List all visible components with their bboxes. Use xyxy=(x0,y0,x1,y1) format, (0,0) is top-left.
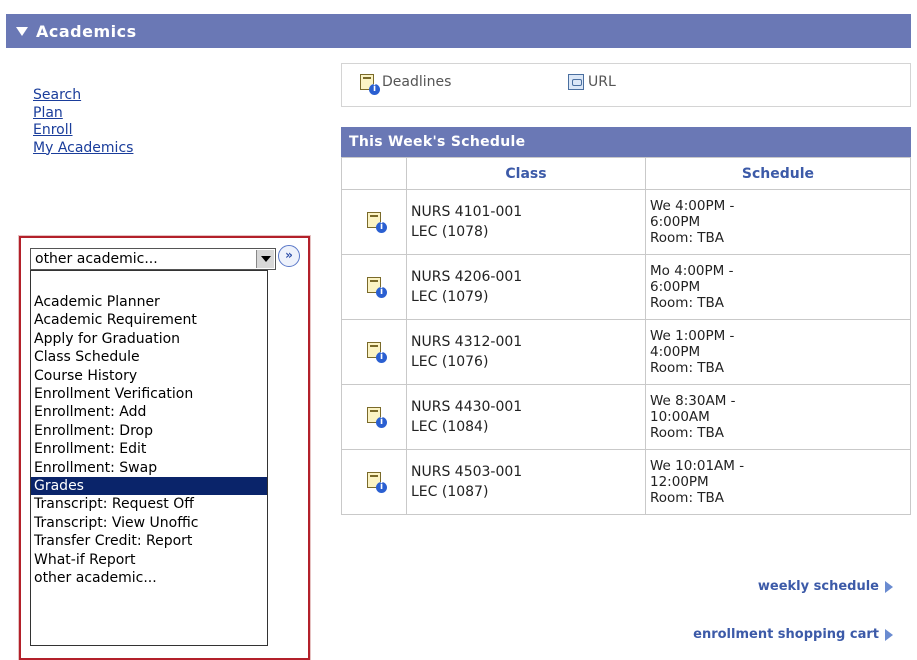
academic-links: Search Plan Enroll My Academics xyxy=(33,87,133,157)
class-room: Room: TBA xyxy=(650,360,725,376)
option-other-academic[interactable]: other academic... xyxy=(31,569,267,587)
other-academic-panel: other academic... » Academic Planner Aca… xyxy=(19,236,310,660)
class-time: Mo 4:00PM - xyxy=(650,263,734,279)
class-room: Room: TBA xyxy=(650,295,725,311)
class-type: LEC (1084) xyxy=(411,419,489,435)
class-time-end: 10:00AM xyxy=(650,409,710,425)
table-row: i NURS 4312-001 LEC (1076) We 1:00PM -4:0… xyxy=(341,319,911,385)
option-what-if-report[interactable]: What-if Report xyxy=(31,551,267,569)
weekly-schedule-label: weekly schedule xyxy=(757,579,879,594)
option-class-schedule[interactable]: Class Schedule xyxy=(31,348,267,366)
weekly-schedule-link[interactable]: weekly schedule xyxy=(758,579,893,594)
select-value: other academic... xyxy=(35,251,158,267)
option-apply-graduation[interactable]: Apply for Graduation xyxy=(31,330,267,348)
option-transcript-request[interactable]: Transcript: Request Off xyxy=(31,495,267,513)
other-academic-select[interactable]: other academic... xyxy=(30,248,276,270)
dropdown-list[interactable]: Academic Planner Academic Requirement Ap… xyxy=(30,270,268,646)
class-code: NURS 4430-001 xyxy=(411,399,523,415)
academics-header[interactable]: Academics xyxy=(6,14,911,48)
search-link[interactable]: Search xyxy=(33,87,133,105)
url-icon xyxy=(568,74,584,90)
option-enrollment-verification[interactable]: Enrollment Verification xyxy=(31,385,267,403)
option-academic-planner[interactable]: Academic Planner xyxy=(31,293,267,311)
academics-toolbar: i Deadlines URL xyxy=(341,63,911,107)
class-time-end: 6:00PM xyxy=(650,214,701,230)
class-time-end: 4:00PM xyxy=(650,344,701,360)
shopping-cart-label: enrollment shopping cart xyxy=(693,627,879,642)
schedule-table: Class Schedule i NURS 4101-001 LEC (1078)… xyxy=(341,157,911,515)
url-label: URL xyxy=(588,74,616,90)
class-code: NURS 4101-001 xyxy=(411,204,523,220)
option-enrollment-add[interactable]: Enrollment: Add xyxy=(31,403,267,421)
go-button[interactable]: » xyxy=(278,245,300,267)
class-time: We 1:00PM - xyxy=(650,328,735,344)
table-row: i NURS 4101-001 LEC (1078) We 4:00PM -6:0… xyxy=(341,189,911,255)
table-row: i NURS 4503-001 LEC (1087) We 10:01AM -12… xyxy=(341,449,911,515)
deadlines-button[interactable]: i Deadlines xyxy=(360,74,452,95)
my-academics-link[interactable]: My Academics xyxy=(33,140,133,158)
option-enrollment-drop[interactable]: Enrollment: Drop xyxy=(31,422,267,440)
weekly-schedule-panel: This Week's Schedule Class Schedule i NU… xyxy=(341,127,911,567)
class-details-icon[interactable]: i xyxy=(367,342,387,363)
class-details-icon[interactable]: i xyxy=(367,407,387,428)
class-column-header: Class xyxy=(406,157,646,190)
class-code: NURS 4503-001 xyxy=(411,464,523,480)
class-code: NURS 4312-001 xyxy=(411,334,523,350)
class-type: LEC (1076) xyxy=(411,354,489,370)
schedule-title: This Week's Schedule xyxy=(341,127,911,157)
schedule-column-header: Schedule xyxy=(645,157,911,190)
collapse-triangle-icon[interactable] xyxy=(16,26,28,36)
class-time-end: 12:00PM xyxy=(650,474,709,490)
class-time: We 8:30AM - xyxy=(650,393,736,409)
icon-column-header xyxy=(341,157,407,190)
table-row: i NURS 4206-001 LEC (1079) Mo 4:00PM -6:0… xyxy=(341,254,911,320)
class-details-icon[interactable]: i xyxy=(367,472,387,493)
class-time-end: 6:00PM xyxy=(650,279,701,295)
option-grades[interactable]: Grades xyxy=(31,477,267,496)
table-row: i NURS 4430-001 LEC (1084) We 8:30AM -10:… xyxy=(341,384,911,450)
option-course-history[interactable]: Course History xyxy=(31,367,267,385)
class-details-icon[interactable]: i xyxy=(367,212,387,233)
class-details-icon[interactable]: i xyxy=(367,277,387,298)
arrow-right-icon xyxy=(885,628,893,641)
class-time: We 10:01AM - xyxy=(650,458,745,474)
section-title: Academics xyxy=(36,21,137,41)
class-type: LEC (1087) xyxy=(411,484,489,500)
class-code: NURS 4206-001 xyxy=(411,269,523,285)
deadlines-label: Deadlines xyxy=(382,74,452,90)
shopping-cart-link[interactable]: enrollment shopping cart xyxy=(693,627,893,642)
calendar-info-icon: i xyxy=(360,74,380,95)
option-academic-requirement[interactable]: Academic Requirement xyxy=(31,311,267,329)
arrow-right-icon xyxy=(885,580,893,593)
class-type: LEC (1078) xyxy=(411,224,489,240)
class-room: Room: TBA xyxy=(650,230,725,246)
option-transfer-credit[interactable]: Transfer Credit: Report xyxy=(31,532,267,550)
dropdown-arrow-icon[interactable] xyxy=(256,250,274,268)
option-enrollment-edit[interactable]: Enrollment: Edit xyxy=(31,440,267,458)
class-time: We 4:00PM - xyxy=(650,198,735,214)
option-transcript-view[interactable]: Transcript: View Unoffic xyxy=(31,514,267,532)
option-enrollment-swap[interactable]: Enrollment: Swap xyxy=(31,459,267,477)
enroll-link[interactable]: Enroll xyxy=(33,122,133,140)
class-room: Room: TBA xyxy=(650,425,725,441)
class-room: Room: TBA xyxy=(650,490,725,506)
class-type: LEC (1079) xyxy=(411,289,489,305)
url-button[interactable]: URL xyxy=(568,74,616,90)
plan-link[interactable]: Plan xyxy=(33,105,133,123)
